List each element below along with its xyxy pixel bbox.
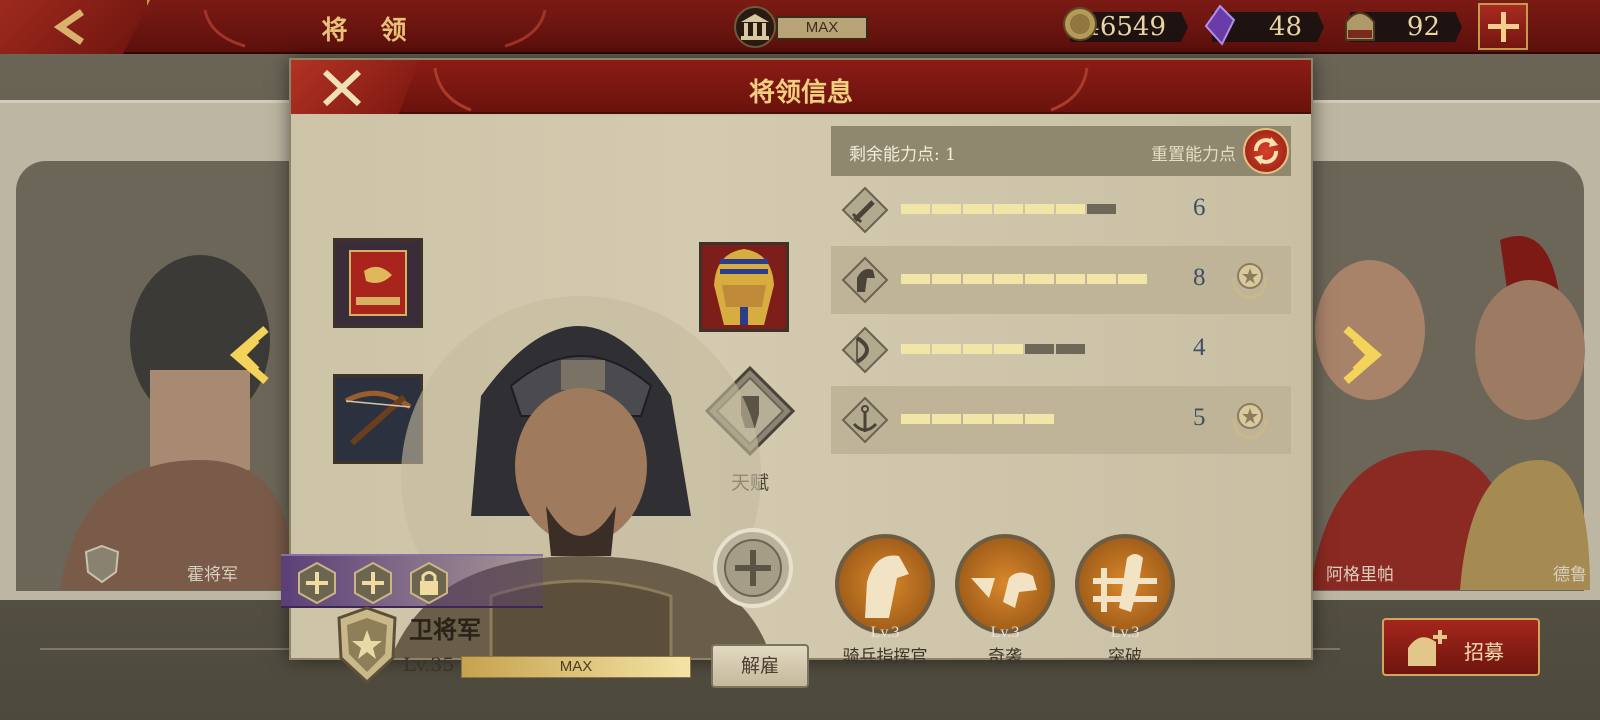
stat-segment — [963, 344, 992, 354]
stat-row-archery: 4 — [831, 316, 1291, 384]
stat-segment — [901, 204, 930, 214]
stat-segment — [994, 344, 1023, 354]
locked-slot-button[interactable] — [407, 561, 451, 605]
sword-icon — [841, 186, 889, 234]
add-slot-2-button[interactable] — [351, 561, 395, 605]
stat-segment — [1118, 274, 1147, 284]
stat-row-navy: 5 — [831, 386, 1291, 454]
general-level: Lv.35 — [403, 654, 455, 676]
building-level-max: MAX — [776, 16, 868, 40]
laurel-star-badge-icon — [1232, 263, 1268, 300]
stat-value-navy: 5 — [1193, 404, 1206, 431]
stat-segment — [1087, 274, 1116, 284]
skill-ambush[interactable] — [955, 534, 1055, 634]
anchor-icon — [841, 396, 889, 444]
right-general-name-2: 德鲁 — [1553, 565, 1587, 585]
horse-head-icon — [865, 555, 909, 618]
stat-segment — [901, 274, 930, 284]
refresh-icon — [1253, 137, 1279, 165]
stat-segment — [994, 414, 1023, 424]
skill-name-2: 奇袭 — [988, 647, 1022, 667]
laurel-left-icon — [203, 9, 246, 48]
stat-segment — [963, 414, 992, 424]
breaking-fence-icon — [1093, 554, 1157, 612]
left-general-name: 霍将军 — [187, 565, 238, 585]
dismiss-button[interactable]: 解雇 — [711, 644, 809, 688]
ability-points-header: 剩余能力点: 1 重置能力点 — [831, 126, 1291, 176]
stat-segment — [1056, 344, 1085, 354]
skill-name-3: 突破 — [1108, 647, 1142, 667]
general-portrait-right[interactable] — [1310, 220, 1590, 590]
stat-segment — [963, 274, 992, 284]
reset-points-label: 重置能力点 — [1151, 145, 1236, 165]
stat-segment — [901, 344, 930, 354]
reset-points-button[interactable] — [1243, 128, 1289, 174]
rank-badge-icon — [337, 606, 397, 684]
stat-row-attack: 6 — [831, 176, 1291, 244]
add-resource-button[interactable] — [1478, 3, 1528, 50]
skill-name-1: 骑兵指挥官 — [842, 647, 928, 667]
gold-coin-icon — [1063, 7, 1097, 41]
gem-slots-bar — [281, 554, 543, 608]
stat-segment — [1056, 274, 1085, 284]
stat-segment — [901, 414, 930, 424]
rank-shield-icon — [84, 544, 120, 584]
back-button[interactable] — [0, 0, 150, 54]
laurel-right-icon — [504, 9, 547, 48]
spqr-helmet-icon — [1345, 12, 1375, 41]
skill-level-1: Lv.3 — [870, 624, 900, 641]
prev-general-arrow-icon[interactable] — [226, 325, 276, 385]
skill-level-3: Lv.3 — [1110, 624, 1140, 641]
general-name: 卫将军 — [409, 615, 481, 644]
recruit-button[interactable]: 招募 — [1382, 618, 1540, 676]
laurel-right-icon — [1050, 67, 1089, 112]
stat-segment — [963, 204, 992, 214]
skill-cavalry-commander[interactable] — [835, 534, 935, 634]
stat-segment — [1025, 414, 1054, 424]
temple-building-icon[interactable] — [734, 6, 776, 48]
page-title: 将 领 — [321, 16, 419, 46]
skill-level-2: Lv.3 — [990, 624, 1020, 641]
horse-icon — [841, 256, 889, 304]
general-info-modal: 将领信息 卫将军 Lv.35 MAX 解雇 剩余能力点: 1 重置能力点 6 8… — [281, 58, 1313, 688]
stat-segment — [1025, 204, 1054, 214]
add-equipment-button[interactable] — [711, 526, 795, 610]
stat-segment — [1087, 204, 1116, 214]
stat-segment — [1025, 344, 1054, 354]
stat-value-attack: 6 — [1193, 194, 1206, 221]
stat-segment — [1056, 204, 1085, 214]
recruit-label: 招募 — [1464, 640, 1504, 664]
stat-row-cavalry: 8 — [831, 246, 1291, 314]
top-bar: 将 领 MAX 46549 48 92 — [0, 0, 1600, 54]
stat-segment — [932, 414, 961, 424]
stat-segment — [994, 274, 1023, 284]
remaining-points: 剩余能力点: 1 — [849, 145, 956, 165]
stat-value-archery: 4 — [1193, 334, 1206, 361]
stat-segment — [932, 344, 961, 354]
stat-segment — [994, 204, 1023, 214]
plus-icon — [1488, 12, 1519, 42]
next-general-arrow-icon[interactable] — [1336, 325, 1386, 385]
laurel-star-badge-icon — [1232, 403, 1268, 440]
laurel-left-icon — [433, 67, 472, 112]
modal-title: 将领信息 — [748, 78, 853, 108]
stat-value-cavalry: 8 — [1193, 264, 1206, 291]
stat-segment — [932, 204, 961, 214]
add-slot-1-button[interactable] — [295, 561, 339, 605]
close-button[interactable] — [291, 60, 419, 114]
charging-cavalry-icon — [971, 572, 1037, 608]
close-icon — [322, 69, 362, 107]
modal-header: 将领信息 — [291, 60, 1311, 114]
right-general-name-1: 阿格里帕 — [1326, 565, 1394, 585]
stat-segment — [932, 274, 961, 284]
modal-body: 天赋 — [281, 116, 1311, 688]
purple-gem-icon — [1204, 4, 1236, 46]
experience-bar: MAX — [461, 656, 691, 678]
spartan-helmet-plus-icon — [1408, 630, 1447, 666]
skill-breakthrough[interactable] — [1075, 534, 1175, 634]
back-arrow-icon — [53, 9, 84, 45]
general-portrait-left[interactable] — [40, 230, 290, 590]
bow-icon — [841, 326, 889, 374]
stat-segment — [1025, 274, 1054, 284]
